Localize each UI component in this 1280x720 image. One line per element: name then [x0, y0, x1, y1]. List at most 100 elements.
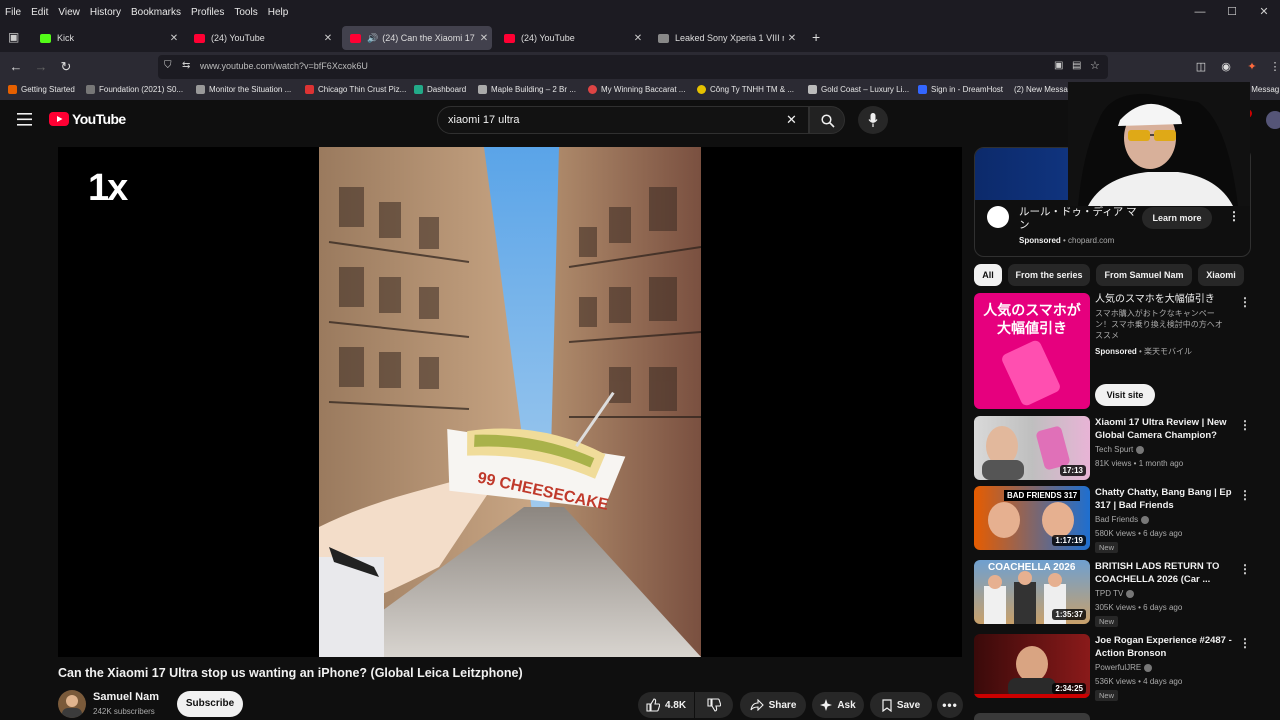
- channel-name[interactable]: Bad Friends: [1095, 515, 1150, 524]
- user-avatar[interactable]: [1266, 111, 1280, 129]
- bookmark-star-icon[interactable]: ☆: [1090, 59, 1100, 72]
- screenshot-icon[interactable]: ▣: [1054, 60, 1063, 71]
- tab-youtube-1[interactable]: (24) YouTube ✕: [186, 26, 336, 50]
- speaker-icon[interactable]: 🔊: [367, 33, 378, 44]
- extension-icon[interactable]: ✦: [1243, 58, 1261, 76]
- video-player[interactable]: 1x 99 CHEESECAKE: [58, 147, 962, 657]
- dislike-button[interactable]: [695, 692, 733, 718]
- clear-search-icon[interactable]: ✕: [786, 112, 797, 128]
- menu-view[interactable]: View: [53, 7, 85, 18]
- card-menu-icon[interactable]: ⋮: [1239, 562, 1251, 576]
- bookmark-item[interactable]: Maple Building – 2 Br ...: [478, 85, 576, 94]
- video-meta: 580K views • 6 days ago: [1095, 529, 1183, 538]
- bookmark-item[interactable]: Sign in - DreamHost: [918, 85, 1003, 94]
- channel-avatar[interactable]: [58, 690, 86, 718]
- channel-name[interactable]: TPD TV: [1095, 589, 1135, 598]
- tab-kick[interactable]: Kick ✕: [32, 26, 182, 50]
- bookmark-item[interactable]: Getting Started: [8, 85, 75, 94]
- close-tab-icon[interactable]: ✕: [784, 33, 800, 44]
- visit-site-button[interactable]: Visit site: [1095, 384, 1155, 406]
- youtube-favicon-icon: [504, 33, 515, 43]
- card-menu-icon[interactable]: ⋮: [1239, 636, 1251, 650]
- share-button[interactable]: Share: [740, 692, 806, 718]
- video-thumbnail[interactable]: COACHELLA 2026 1:35:37: [974, 560, 1090, 624]
- bookmark-item[interactable]: My Winning Baccarat ...: [588, 85, 685, 94]
- card-menu-icon[interactable]: ⋮: [1239, 418, 1251, 432]
- reader-view-icon[interactable]: ▤: [1072, 60, 1081, 71]
- card-menu-icon[interactable]: ⋮: [1239, 488, 1251, 502]
- bookmark-item[interactable]: Dashboard: [414, 85, 466, 94]
- close-tab-icon[interactable]: ✕: [476, 33, 492, 44]
- site-info-icon[interactable]: ⇆: [182, 60, 190, 71]
- ask-button[interactable]: Ask: [812, 692, 864, 718]
- chip-xiaomi[interactable]: Xiaomi: [1198, 264, 1244, 286]
- like-button[interactable]: 4.8K: [638, 692, 694, 718]
- minimize-icon[interactable]: —: [1184, 0, 1216, 24]
- search-box[interactable]: xiaomi 17 ultra ✕: [437, 106, 809, 134]
- ad-menu-icon[interactable]: ⋮: [1228, 209, 1240, 223]
- tab-overview-icon[interactable]: ▣: [8, 30, 19, 44]
- recommended-video-4[interactable]: 2:34:25 Joe Rogan Experience #2487 - Act…: [974, 634, 1254, 704]
- channel-name[interactable]: Tech Spurt: [1095, 445, 1145, 454]
- tab-youtube-2[interactable]: (24) YouTube ✕: [496, 26, 646, 50]
- sponsored-thumbnail[interactable]: 人気のスマホが 大幅値引き: [974, 293, 1090, 409]
- bookmark-item[interactable]: Công Ty TNHH TM & ...: [697, 85, 794, 94]
- sidebar-toggle-icon[interactable]: ◫: [1192, 58, 1210, 76]
- menu-help[interactable]: Help: [263, 7, 294, 18]
- search-input[interactable]: xiaomi 17 ultra: [448, 114, 520, 126]
- video-title[interactable]: BRITISH LADS RETURN TO COACHELLA 2026 (C…: [1095, 560, 1235, 586]
- chip-all[interactable]: All: [974, 264, 1002, 286]
- subscribe-button[interactable]: Subscribe: [177, 691, 243, 717]
- menu-profiles[interactable]: Profiles: [186, 7, 229, 18]
- search-button[interactable]: [809, 106, 845, 134]
- menu-file[interactable]: File: [0, 7, 26, 18]
- bookmark-item[interactable]: Monitor the Situation ...: [196, 85, 291, 94]
- forward-icon[interactable]: →: [32, 58, 50, 76]
- menu-edit[interactable]: Edit: [26, 7, 53, 18]
- account-icon[interactable]: ◉: [1217, 58, 1235, 76]
- close-window-icon[interactable]: ✕: [1248, 0, 1280, 24]
- channel-label: PowerfulJRE: [1095, 663, 1142, 672]
- recommended-video-1[interactable]: 17:13 Xiaomi 17 Ultra Review | New Globa…: [974, 416, 1254, 482]
- voice-search-button[interactable]: [858, 106, 888, 134]
- chip-from-samuel-nam[interactable]: From Samuel Nam: [1096, 264, 1192, 286]
- menu-history[interactable]: History: [85, 7, 126, 18]
- back-icon[interactable]: ←: [7, 58, 25, 76]
- tab-current-video[interactable]: 🔊 (24) Can the Xiaomi 17 Ultr ✕: [342, 26, 492, 50]
- channel-name[interactable]: PowerfulJRE: [1095, 663, 1153, 672]
- bookmark-item[interactable]: Chicago Thin Crust Piz...: [305, 85, 406, 94]
- close-tab-icon[interactable]: ✕: [320, 33, 336, 44]
- tab-sony-leak[interactable]: Leaked Sony Xperia 1 VIII rend ✕: [650, 26, 800, 50]
- menu-tools[interactable]: Tools: [229, 7, 262, 18]
- video-thumbnail[interactable]: 17:13: [974, 416, 1090, 480]
- new-badge: New: [1095, 542, 1119, 553]
- recommended-video-3[interactable]: COACHELLA 2026 1:35:37 BRITISH LADS RETU…: [974, 560, 1254, 630]
- video-title[interactable]: Chatty Chatty, Bang Bang | Ep 317 | Bad …: [1095, 486, 1235, 512]
- bookmark-item[interactable]: Gold Coast – Luxury Li...: [808, 85, 909, 94]
- learn-more-button[interactable]: Learn more: [1142, 207, 1212, 229]
- maximize-icon[interactable]: ☐: [1216, 0, 1248, 24]
- reload-icon[interactable]: ↻: [57, 58, 75, 76]
- bookmark-item[interactable]: Foundation (2021) S0...: [86, 85, 183, 94]
- recommended-video-2[interactable]: BAD FRIENDS 317 1:17:19 Chatty Chatty, B…: [974, 486, 1254, 556]
- video-thumbnail[interactable]: BAD FRIENDS 317 1:17:19: [974, 486, 1090, 550]
- new-tab-icon[interactable]: +: [812, 29, 820, 45]
- video-title[interactable]: Joe Rogan Experience #2487 - Action Bron…: [1095, 634, 1235, 660]
- close-tab-icon[interactable]: ✕: [630, 33, 646, 44]
- card-menu-icon[interactable]: ⋮: [1239, 295, 1251, 309]
- channel-name[interactable]: Samuel Nam: [93, 691, 159, 703]
- save-button[interactable]: Save: [870, 692, 932, 718]
- chip-from-the-series[interactable]: From the series: [1008, 264, 1090, 286]
- extensions-menu-icon[interactable]: ⋮: [1266, 58, 1280, 76]
- close-tab-icon[interactable]: ✕: [166, 33, 182, 44]
- youtube-logo[interactable]: YouTube: [49, 111, 126, 127]
- sponsored-video-card[interactable]: 人気のスマホが 大幅値引き 人気のスマホを大幅値引き スマホ購入がおトクなキャン…: [974, 293, 1254, 411]
- shield-icon[interactable]: ⛉: [164, 60, 172, 71]
- video-thumbnail[interactable]: 2:34:25: [974, 634, 1090, 698]
- next-video-thumbnail-peek[interactable]: [974, 713, 1090, 720]
- hamburger-menu-icon[interactable]: [17, 113, 32, 126]
- menu-bookmarks[interactable]: Bookmarks: [126, 7, 186, 18]
- more-actions-button[interactable]: •••: [937, 692, 963, 718]
- video-title[interactable]: Xiaomi 17 Ultra Review | New Global Came…: [1095, 416, 1235, 442]
- url-bar[interactable]: ⛉ ⇆ www.youtube.com/watch?v=bfF6Xcxok6U …: [158, 55, 1108, 79]
